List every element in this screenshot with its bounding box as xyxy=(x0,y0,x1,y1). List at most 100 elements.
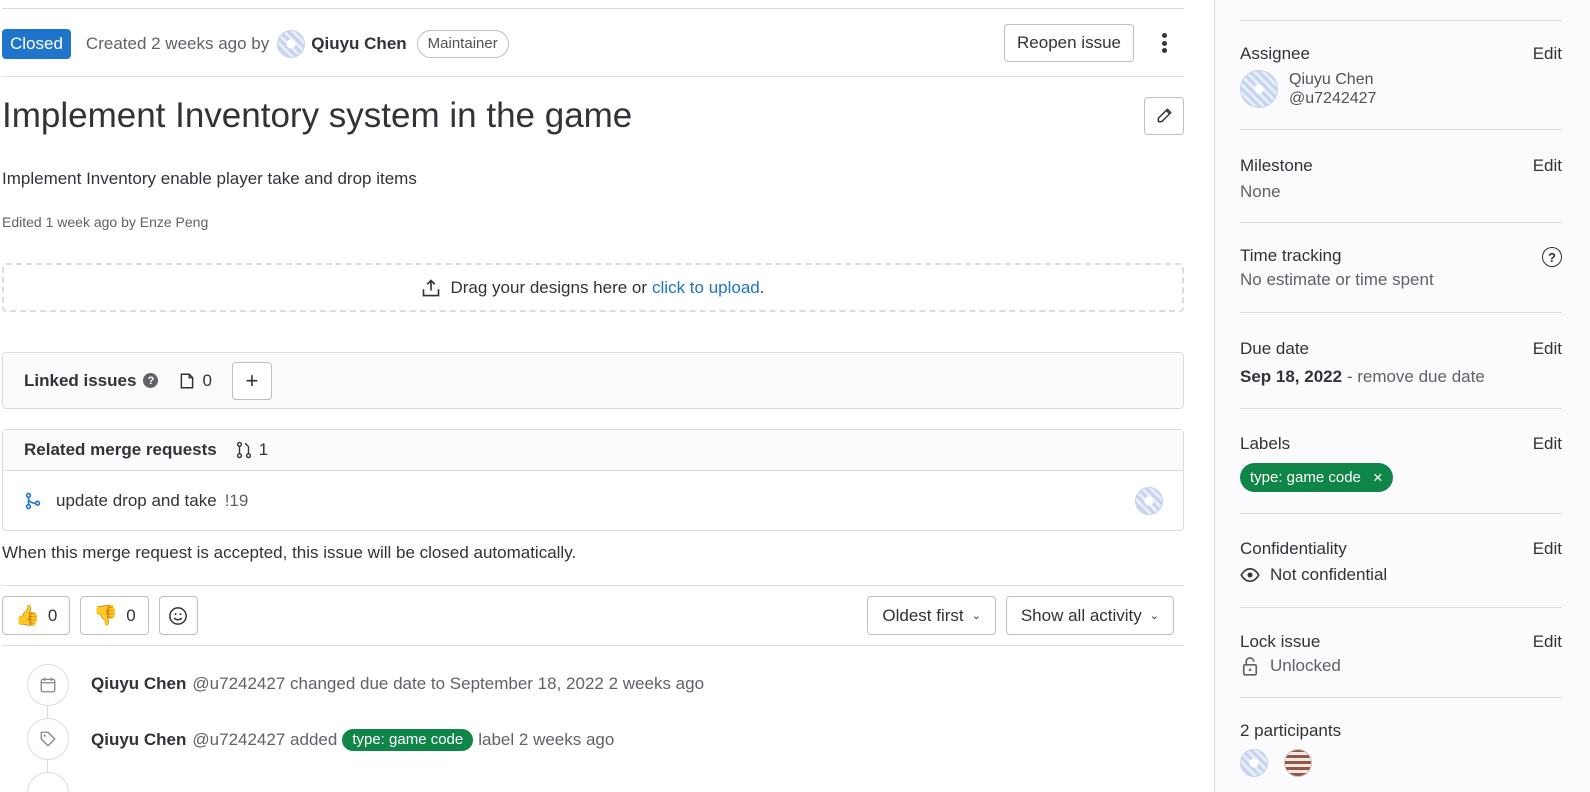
sort-order-dropdown[interactable]: Oldest first ⌄ xyxy=(867,596,996,635)
time-tracking-value: No estimate or time spent xyxy=(1240,270,1434,289)
assignee-block: Assignee Edit Qiuyu Chen @u7242427 xyxy=(1240,44,1562,130)
participant-avatar[interactable] xyxy=(1284,749,1312,777)
activity-sort-controls: Oldest first ⌄ Show all activity ⌄ xyxy=(867,596,1174,635)
activity-action: added xyxy=(290,730,338,749)
author-avatar[interactable] xyxy=(277,30,306,58)
milestone-value: None xyxy=(1240,182,1281,201)
close-icon[interactable]: × xyxy=(1373,468,1383,488)
thumbs-down-count: 0 xyxy=(126,605,136,625)
pencil-icon xyxy=(1157,108,1172,123)
question-icon[interactable]: ? xyxy=(143,373,159,388)
labels-block: Labels Edit type: game code × xyxy=(1240,434,1562,514)
related-merge-requests-card: Related merge requests 1 update drop and… xyxy=(2,429,1184,531)
participant-avatar[interactable] xyxy=(1240,749,1268,777)
upload-link[interactable]: click to upload xyxy=(652,278,760,298)
confidentiality-title: Confidentiality xyxy=(1240,539,1347,558)
award-emoji-bar: 👍 0 👎 0 xyxy=(2,596,198,635)
related-mr-count: 1 xyxy=(258,440,269,459)
auto-close-note: When this merge request is accepted, thi… xyxy=(2,543,577,562)
thumbs-down-button[interactable]: 👎 0 xyxy=(80,596,149,635)
participants-title: 2 participants xyxy=(1240,721,1342,740)
calendar-icon xyxy=(27,664,69,706)
confidentiality-block: Confidentiality Edit Not confidential xyxy=(1240,539,1562,608)
issue-title: Implement Inventory system in the game xyxy=(2,96,633,135)
thumbs-up-icon: 👍 xyxy=(15,605,40,627)
linked-issues-title: Linked issues xyxy=(24,370,137,390)
more-actions-icon[interactable] xyxy=(1154,30,1174,56)
edit-assignee-link[interactable]: Edit xyxy=(1533,44,1562,64)
question-icon[interactable]: ? xyxy=(1542,247,1562,267)
divider xyxy=(2,76,1184,77)
activity-time: 2 weeks ago xyxy=(518,730,615,749)
milestone-title: Milestone xyxy=(1240,156,1313,175)
activity-item: Qiuyu Chen @u7242427 added type: game co… xyxy=(91,729,614,751)
related-mr-header: Related merge requests 1 xyxy=(3,430,1183,471)
top-divider xyxy=(2,8,1184,9)
merge-request-icon xyxy=(236,441,251,459)
chevron-down-icon: ⌄ xyxy=(971,610,981,622)
due-date-title: Due date xyxy=(1240,339,1309,358)
confidentiality-value: Not confidential xyxy=(1270,565,1388,584)
related-mr-item[interactable]: update drop and take !19 xyxy=(3,471,1183,531)
lock-issue-block: Lock issue Edit Unlocked xyxy=(1240,632,1562,698)
activity-filter-dropdown[interactable]: Show all activity ⌄ xyxy=(1005,596,1174,635)
activity-author[interactable]: Qiuyu Chen xyxy=(91,730,186,750)
mr-ref: !19 xyxy=(224,491,249,510)
sort-order-label: Oldest first xyxy=(882,605,964,625)
remove-due-date-link[interactable]: - remove due date xyxy=(1347,367,1485,386)
reopen-issue-button[interactable]: Reopen issue xyxy=(1004,24,1134,62)
label-chip[interactable]: type: game code × xyxy=(1240,463,1393,492)
mr-title[interactable]: update drop and take xyxy=(56,491,217,511)
design-dropzone[interactable]: Drag your designs here or click to uploa… xyxy=(2,263,1184,312)
activity-filter-label: Show all activity xyxy=(1020,605,1142,625)
labels-title: Labels xyxy=(1240,434,1291,453)
issues-icon xyxy=(181,373,194,388)
upload-icon xyxy=(423,278,440,296)
activity-author[interactable]: Qiuyu Chen xyxy=(91,674,186,694)
activity-action-after: label xyxy=(478,730,515,749)
sidebar-top-block xyxy=(1240,0,1562,21)
edit-confidentiality-link[interactable]: Edit xyxy=(1533,539,1562,559)
author-role-badge: Maintainer xyxy=(416,30,509,58)
assignee-name[interactable]: Qiuyu Chen xyxy=(1289,70,1376,89)
issue-sidebar: Assignee Edit Qiuyu Chen @u7242427 Miles… xyxy=(1215,0,1590,792)
mr-author-avatar[interactable] xyxy=(1135,487,1163,515)
activity-handle: @u7242427 xyxy=(192,730,286,749)
merged-icon xyxy=(25,492,41,510)
issue-main: Closed Created 2 weeks ago by Qiuyu Chen… xyxy=(2,0,1184,792)
chevron-down-icon: ⌄ xyxy=(1149,610,1159,622)
add-linked-issue-button[interactable]: + xyxy=(231,361,272,400)
edit-due-date-link[interactable]: Edit xyxy=(1533,339,1562,359)
dropzone-suffix: . xyxy=(759,277,765,297)
participants-block: 2 participants xyxy=(1240,721,1341,777)
lock-issue-title: Lock issue xyxy=(1240,632,1321,651)
thumbs-up-button[interactable]: 👍 0 xyxy=(2,596,71,635)
activity-label-badge[interactable]: type: game code xyxy=(342,729,474,751)
dropzone-text: Drag your designs here or xyxy=(450,277,648,297)
thumbs-up-count: 0 xyxy=(47,605,58,625)
linked-issues-card: Linked issues ? 0 + xyxy=(2,352,1184,409)
lock-issue-value: Unlocked xyxy=(1270,656,1341,675)
due-date-block: Due date Edit Sep 18, 2022 - remove due … xyxy=(1240,339,1562,409)
linked-count-value: 0 xyxy=(202,370,212,390)
linked-issues-count: 0 xyxy=(178,370,212,391)
edit-title-button[interactable] xyxy=(1144,97,1184,135)
label-chip-text: type: game code xyxy=(1250,469,1361,486)
timeline-next-icon xyxy=(27,772,69,792)
tag-icon xyxy=(27,718,69,760)
time-tracking-title: Time tracking xyxy=(1240,246,1342,265)
add-reaction-button[interactable] xyxy=(158,596,198,635)
status-badge: Closed xyxy=(2,29,71,59)
unlock-icon xyxy=(1242,657,1258,676)
activity-handle: @u7242427 xyxy=(192,674,286,693)
related-mr-title: Related merge requests xyxy=(24,440,217,459)
edit-milestone-link[interactable]: Edit xyxy=(1533,156,1562,176)
activity-item: Qiuyu Chen @u7242427 changed due date to… xyxy=(91,674,704,694)
assignee-avatar[interactable] xyxy=(1240,70,1278,108)
author-name[interactable]: Qiuyu Chen xyxy=(311,34,406,54)
edit-labels-link[interactable]: Edit xyxy=(1533,434,1562,454)
activity-action: changed due date to September 18, 2022 xyxy=(290,674,604,693)
assignee-title: Assignee xyxy=(1240,44,1310,63)
edit-lock-link[interactable]: Edit xyxy=(1533,632,1562,652)
edited-note: Edited 1 week ago by Enze Peng xyxy=(2,214,209,230)
